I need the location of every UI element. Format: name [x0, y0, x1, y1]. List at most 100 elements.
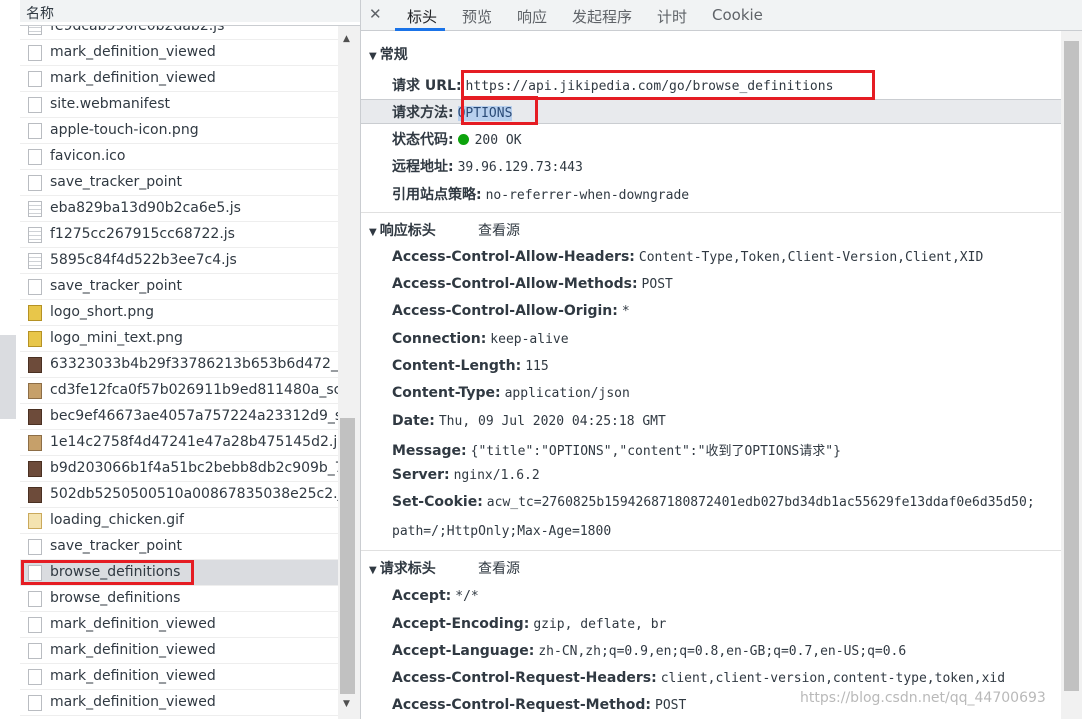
request-list: fe9dcab996fe0b2dab2.js mark_definition_v…: [20, 26, 338, 719]
list-item[interactable]: logo_short.png: [20, 300, 338, 326]
script-file-icon: [28, 26, 42, 35]
list-item[interactable]: b9d203066b1f4a51bc2bebb8db2c909b_75.: [20, 456, 338, 482]
header-value: Thu, 09 Jul 2020 04:25:18 GMT: [438, 414, 666, 429]
response-header-row: Content-Type: application/json: [392, 385, 630, 401]
header-name: Access-Control-Allow-Methods:: [392, 276, 638, 292]
header-value: application/json: [504, 386, 630, 401]
image-file-icon: [28, 461, 42, 477]
list-item[interactable]: eba829ba13d90b2ca6e5.js: [20, 196, 338, 222]
header-value: */*: [455, 589, 479, 604]
list-item[interactable]: save_tracker_point: [20, 274, 338, 300]
response-header-row: Content-Length: 115: [392, 358, 549, 374]
referrer-policy-row: 引用站点策略: no-referrer-when-downgrade: [392, 187, 690, 203]
list-item[interactable]: mark_definition_viewed: [20, 40, 338, 66]
image-file-icon: [28, 513, 42, 529]
tab-timing[interactable]: 计时: [657, 6, 687, 27]
header-value: POST: [655, 698, 687, 713]
header-name: Access-Control-Allow-Headers:: [392, 249, 635, 265]
request-name: bec9ef46673ae4057a757224a23312d9_scale: [50, 408, 338, 424]
header-name: Server:: [392, 467, 450, 483]
list-item[interactable]: save_tracker_point: [20, 170, 338, 196]
header-name: Connection:: [392, 331, 487, 347]
scrollbar-thumb[interactable]: [340, 418, 355, 694]
scroll-down-icon[interactable]: ▼: [343, 699, 350, 709]
list-item[interactable]: 502db5250500510a00867835038e25c2.jpg: [20, 482, 338, 508]
list-item[interactable]: bec9ef46673ae4057a757224a23312d9_scale: [20, 404, 338, 430]
request-name: loading_chicken.gif: [50, 512, 184, 528]
tab-response[interactable]: 响应: [517, 6, 547, 27]
request-name: b9d203066b1f4a51bc2bebb8db2c909b_75.: [50, 460, 338, 476]
request-name: logo_short.png: [50, 304, 154, 320]
document-file-icon: [28, 643, 42, 659]
tab-preview[interactable]: 预览: [462, 6, 492, 27]
scrollbar-thumb[interactable]: [1064, 41, 1079, 691]
list-item[interactable]: mark_definition_viewed: [20, 612, 338, 638]
list-item[interactable]: save_tracker_point: [20, 534, 338, 560]
document-file-icon: [28, 97, 42, 113]
status-code-row: 状态代码: 200 OK: [392, 132, 522, 148]
list-item[interactable]: f1275cc267915cc68722.js: [20, 222, 338, 248]
response-view-source-link[interactable]: 查看源: [478, 220, 520, 240]
request-name: cd3fe12fca0f57b026911b9ed811480a_scale: [50, 382, 338, 398]
request-header-row: Accept-Language: zh-CN,zh;q=0.9,en;q=0.8,…: [392, 643, 906, 659]
request-list-panel: 名称 fe9dcab996fe0b2dab2.js mark_definitio…: [0, 0, 361, 719]
set-cookie-continuation: path=/;HttpOnly;Max-Age=1800: [392, 524, 612, 539]
request-header-row: Access-Control-Request-Headers: client,cl…: [392, 670, 1005, 686]
list-item-partial[interactable]: fe9dcab996fe0b2dab2.js: [20, 26, 338, 40]
list-item[interactable]: favicon.ico: [20, 144, 338, 170]
list-item[interactable]: 5895c84f4d522b3ee7c4.js: [20, 248, 338, 274]
list-item[interactable]: apple-touch-icon.png: [20, 118, 338, 144]
response-header-row: Connection: keep-alive: [392, 331, 569, 347]
response-header-row: Access-Control-Allow-Headers: Content-Typ…: [392, 249, 983, 265]
request-view-source-link[interactable]: 查看源: [478, 558, 520, 578]
list-item[interactable]: browse_definitions: [20, 586, 338, 612]
list-item[interactable]: mark_definition_viewed: [20, 664, 338, 690]
section-general-toggle[interactable]: ▼ 常规: [369, 44, 408, 64]
list-item[interactable]: 1e14c2758f4d47241e47a28b475145d2.jpeg: [20, 430, 338, 456]
request-name: save_tracker_point: [50, 174, 182, 190]
name-column-header[interactable]: 名称: [20, 0, 360, 26]
collapse-triangle-icon: ▼: [369, 565, 377, 576]
section-request-headers-toggle[interactable]: ▼ 请求标头: [369, 558, 436, 578]
request-name: favicon.ico: [50, 148, 126, 164]
request-name: site.webmanifest: [50, 96, 170, 112]
header-name: Access-Control-Request-Method:: [392, 697, 652, 713]
scroll-up-icon[interactable]: ▲: [343, 34, 350, 44]
list-item[interactable]: mark_definition_viewed: [20, 690, 338, 716]
request-name: 1e14c2758f4d47241e47a28b475145d2.jpeg: [50, 434, 338, 450]
request-name: mark_definition_viewed: [50, 642, 216, 658]
tab-cookies[interactable]: Cookie: [712, 6, 763, 24]
request-name: eba829ba13d90b2ca6e5.js: [50, 200, 241, 216]
list-item[interactable]: mark_definition_viewed: [20, 66, 338, 92]
script-file-icon: [28, 253, 42, 269]
list-item[interactable]: loading_chicken.gif: [20, 508, 338, 534]
list-item[interactable]: mark_definition_viewed: [20, 638, 338, 664]
header-value: zh-CN,zh;q=0.9,en;q=0.8,en-GB;q=0.7,en-U…: [538, 644, 907, 659]
header-name: Date:: [392, 413, 435, 429]
section-response-headers-toggle[interactable]: ▼ 响应标头: [369, 220, 436, 240]
details-scrollbar[interactable]: [1061, 31, 1082, 719]
request-name: mark_definition_viewed: [50, 694, 216, 710]
list-item[interactable]: logo_mini_text.png: [20, 326, 338, 352]
list-item[interactable]: 63323033b4b29f33786213b653b6d472_scale: [20, 352, 338, 378]
request-name: logo_mini_text.png: [50, 330, 183, 346]
request-name: apple-touch-icon.png: [50, 122, 199, 138]
list-item[interactable]: site.webmanifest: [20, 92, 338, 118]
list-item[interactable]: cd3fe12fca0f57b026911b9ed811480a_scale: [20, 378, 338, 404]
image-file-icon: [28, 305, 42, 321]
status-ok-icon: [457, 134, 469, 145]
header-value: *: [621, 304, 630, 319]
document-file-icon: [28, 71, 42, 87]
close-icon[interactable]: ✕: [369, 5, 382, 23]
image-file-icon: [28, 487, 42, 503]
request-name: mark_definition_viewed: [50, 616, 216, 632]
script-file-icon: [28, 227, 42, 243]
tab-headers[interactable]: 标头: [407, 6, 437, 27]
header-name: Content-Length:: [392, 358, 522, 374]
script-file-icon: [28, 201, 42, 217]
header-value: Content-Type,Token,Client-Version,Client…: [638, 250, 984, 265]
tab-initiator[interactable]: 发起程序: [572, 6, 632, 27]
request-name: 63323033b4b29f33786213b653b6d472_scale: [50, 356, 338, 372]
document-file-icon: [28, 175, 42, 191]
request-list-scrollbar[interactable]: ▲ ▼: [338, 26, 360, 719]
